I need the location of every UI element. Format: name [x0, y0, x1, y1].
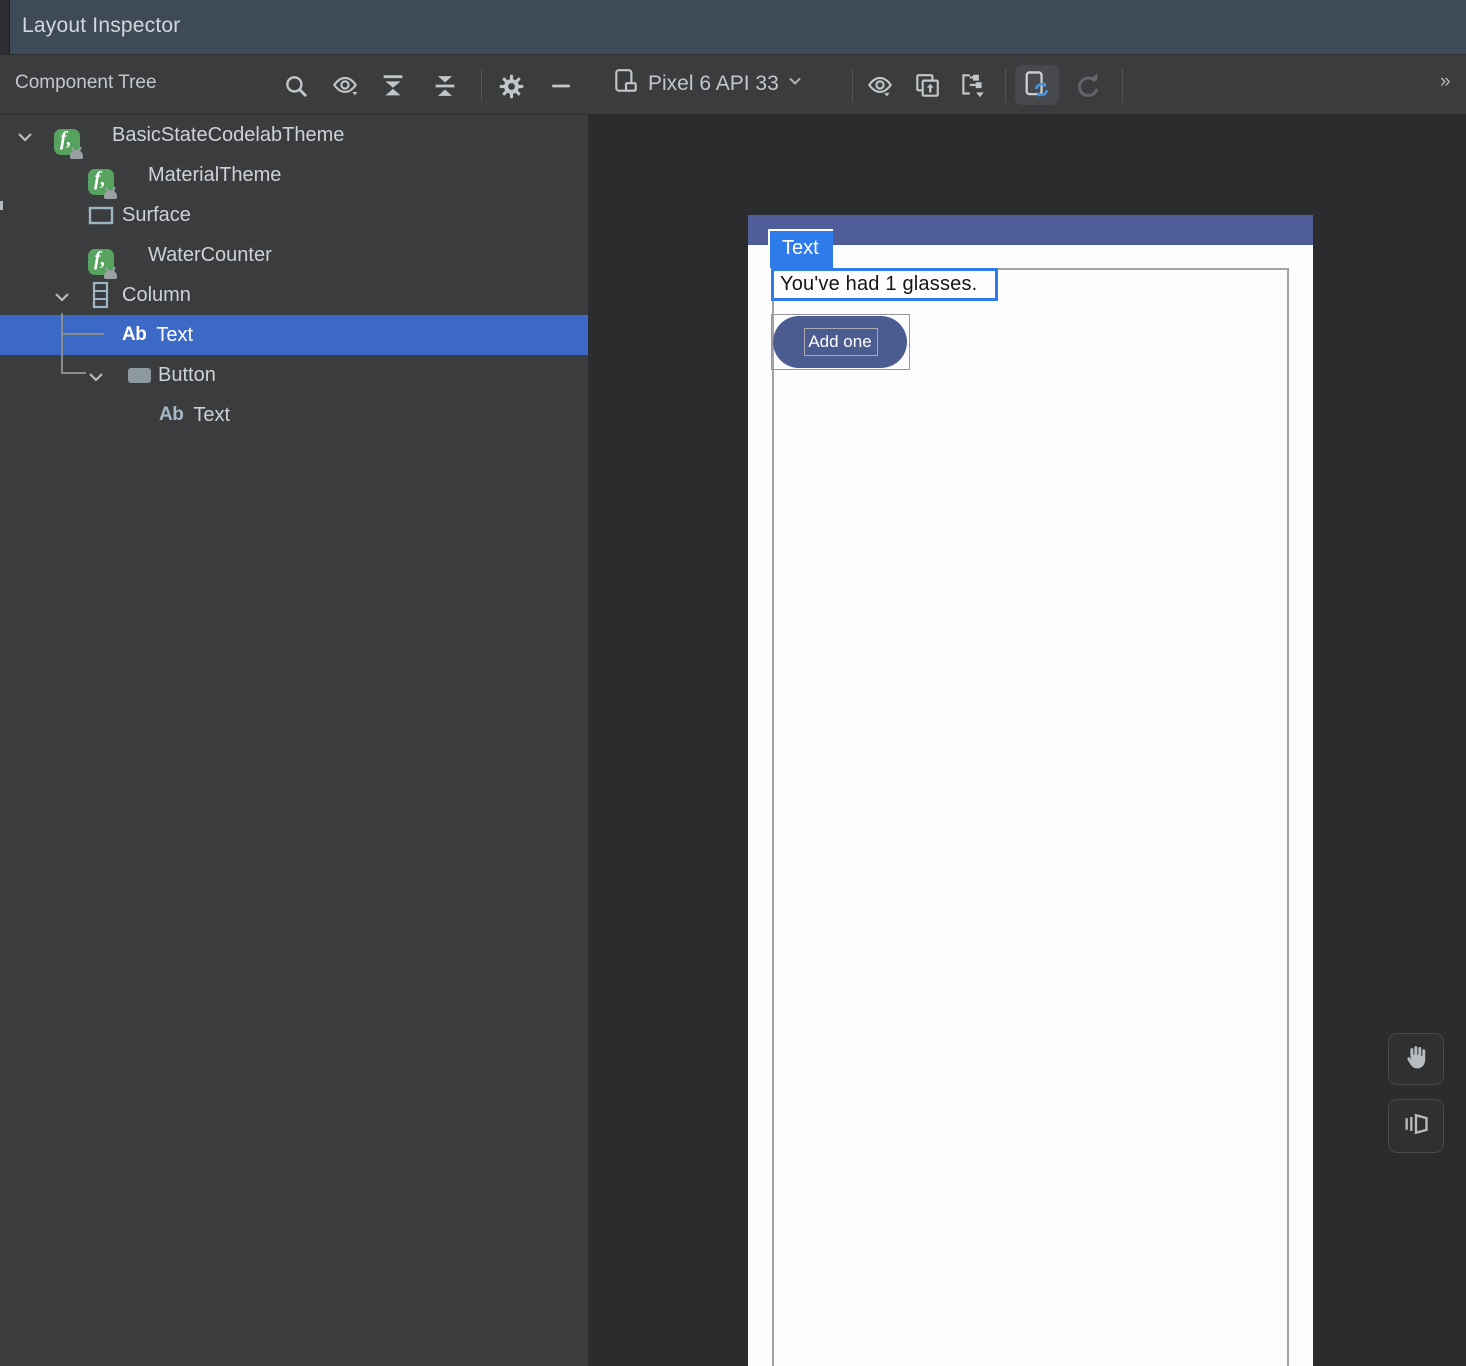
surface-node-icon [88, 206, 114, 231]
window-title: Layout Inspector [22, 14, 180, 38]
hand-icon [1402, 1043, 1430, 1076]
tree-node-surface[interactable]: Surface [0, 195, 588, 235]
device-screenshot[interactable]: Add one You've had 1 glasses. Text [748, 215, 1313, 1366]
device-icon [612, 67, 640, 100]
hide-panel-icon[interactable] [546, 71, 576, 101]
device-render-panel: Add one You've had 1 glasses. Text + − [588, 115, 1466, 1366]
device-status-bar [748, 215, 1313, 245]
settings-gear-icon[interactable] [496, 71, 526, 101]
refresh-icon[interactable] [1072, 71, 1102, 101]
panel-edge-mark [0, 201, 3, 210]
selected-text-bounds[interactable]: You've had 1 glasses. [771, 268, 998, 301]
toolbar-divider [481, 68, 482, 102]
collapse-all-icon[interactable] [430, 71, 460, 101]
tree-node-column[interactable]: Column [0, 275, 588, 315]
tree-node-label: Surface [122, 204, 191, 227]
toolbar-divider [1122, 68, 1123, 102]
chevron-expanded-icon[interactable] [53, 287, 71, 310]
chevron-expanded-icon[interactable] [16, 127, 34, 150]
tree-node-label: Button [158, 364, 216, 387]
3d-layers-icon [1402, 1110, 1430, 1143]
column-node-icon [92, 281, 109, 315]
device-selector-label: Pixel 6 API 33 [648, 72, 779, 96]
toolbar-divider [1005, 68, 1006, 102]
tree-node-label: Text [193, 404, 230, 427]
view-options-eye-icon[interactable] [330, 71, 360, 101]
layer-spacing-icon[interactable] [958, 71, 988, 101]
tree-guide-line [61, 333, 104, 335]
expand-all-icon[interactable] [378, 71, 408, 101]
tool-window-titlebar: Layout Inspector [0, 0, 1466, 55]
text-node-icon: Ab [122, 324, 146, 346]
main-toolbar: Component Tree Pixel 6 API 33 [0, 55, 1466, 115]
tree-node-label: BasicStateCodelabTheme [112, 124, 344, 147]
render-options-eye-icon[interactable] [865, 71, 895, 101]
tree-node-label: Text [156, 324, 193, 347]
tree-node-watercounter[interactable]: f, WaterCounter [0, 235, 588, 275]
tree-node-label: MaterialTheme [148, 164, 281, 187]
counter-text: You've had 1 glasses. [780, 273, 995, 296]
tree-guide-line [61, 313, 63, 374]
pan-mode-button[interactable] [1388, 1033, 1444, 1085]
tree-node-materialtheme[interactable]: f, MaterialTheme [0, 155, 588, 195]
compose-node-icon: f, [88, 249, 114, 275]
tree-node-button[interactable]: Button [0, 355, 588, 395]
3d-mode-button[interactable] [1388, 1099, 1444, 1153]
text-node-icon: Ab [159, 404, 183, 426]
chevron-down-icon [787, 73, 803, 94]
component-tree-panel: f, BasicStateCodelabTheme f, MaterialThe… [0, 115, 588, 1366]
search-icon[interactable] [281, 71, 311, 101]
selection-label-chip: Text [768, 229, 833, 268]
compose-node-icon: f, [88, 169, 114, 195]
device-selector[interactable]: Pixel 6 API 33 [612, 67, 803, 100]
tree-guide-line [61, 372, 86, 374]
compose-node-icon: f, [54, 129, 80, 155]
button-text-bounds [804, 328, 878, 356]
tree-node-basicstatecodelabtheme[interactable]: f, BasicStateCodelabTheme [0, 115, 588, 155]
toolbar-divider [852, 68, 853, 102]
button-node-icon [127, 367, 152, 390]
layout-inspector-window: Layout Inspector Component Tree P [0, 0, 1466, 1366]
root-layout-bounds [772, 268, 1289, 1366]
component-tree-header: Component Tree [15, 72, 157, 94]
titlebar-edge [0, 0, 10, 55]
live-updates-toggle[interactable] [1015, 65, 1059, 105]
tree-node-label: Column [122, 284, 191, 307]
export-snapshot-icon[interactable] [912, 71, 942, 101]
chevron-expanded-icon[interactable] [87, 367, 105, 390]
toolbar-overflow-button[interactable]: » [1440, 71, 1450, 93]
tree-node-text-selected[interactable]: Ab Text [0, 315, 588, 355]
tree-node-text[interactable]: Ab Text [0, 395, 588, 435]
tree-node-label: WaterCounter [148, 244, 272, 267]
